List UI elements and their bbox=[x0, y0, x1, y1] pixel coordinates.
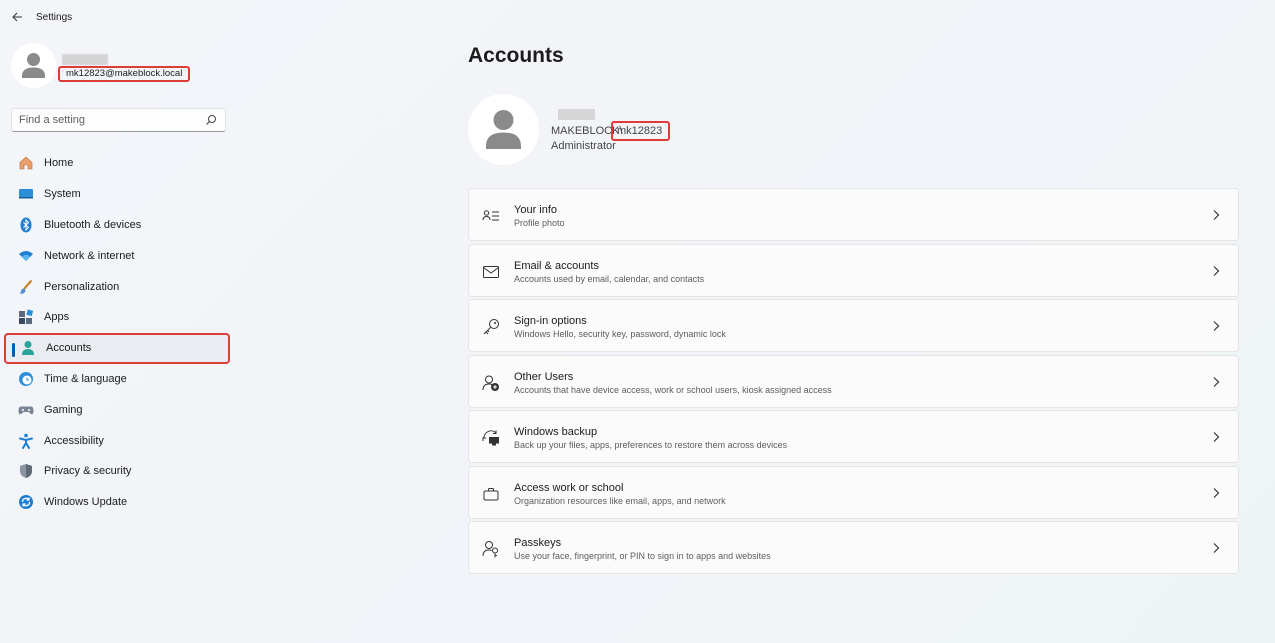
back-button[interactable] bbox=[8, 8, 26, 26]
card-windows-backup[interactable]: Windows backup Back up your files, apps,… bbox=[468, 410, 1239, 463]
apps-icon bbox=[17, 309, 34, 326]
profile-name-redacted bbox=[62, 54, 108, 65]
sidebar-item-label: Accessibility bbox=[44, 434, 104, 447]
account-name-redacted bbox=[558, 109, 595, 120]
sidebar-item-label: Privacy & security bbox=[44, 465, 132, 478]
profile-avatar[interactable] bbox=[11, 43, 56, 88]
card-title: Your info bbox=[514, 204, 558, 216]
card-access-work-school[interactable]: Access work or school Organization resou… bbox=[468, 465, 1239, 519]
back-arrow-icon bbox=[11, 12, 22, 22]
app-title: Settings bbox=[36, 12, 73, 23]
bluetooth-icon bbox=[17, 216, 34, 233]
card-subtitle: Use your face, fingerprint, or PIN to si… bbox=[514, 551, 771, 561]
sidebar-item-privacy-security[interactable]: Privacy & security bbox=[4, 456, 230, 487]
sidebar-item-time-language[interactable]: Time & language bbox=[4, 364, 230, 395]
page-title: Accounts bbox=[468, 44, 564, 67]
search-box[interactable] bbox=[11, 108, 226, 132]
sidebar-nav: Home System Bluetooth & devices Network … bbox=[4, 148, 230, 518]
card-your-info[interactable]: Your info Profile photo bbox=[468, 188, 1239, 241]
account-role: Administrator bbox=[551, 140, 616, 152]
profile-email: mk12823@makeblock.local bbox=[58, 66, 191, 82]
card-title: Passkeys bbox=[514, 537, 562, 549]
sidebar-item-system[interactable]: System bbox=[4, 179, 230, 210]
sidebar-item-accessibility[interactable]: Accessibility bbox=[4, 425, 230, 456]
sidebar-item-network[interactable]: Network & internet bbox=[4, 240, 230, 271]
chevron-right-icon bbox=[1213, 432, 1220, 442]
card-title: Windows backup bbox=[514, 426, 598, 438]
passkey-icon bbox=[482, 540, 500, 558]
brush-icon bbox=[17, 278, 34, 295]
accounts-icon bbox=[19, 340, 36, 357]
sidebar-item-windows-update[interactable]: Windows Update bbox=[4, 487, 230, 518]
sidebar-item-gaming[interactable]: Gaming bbox=[4, 394, 230, 425]
chevron-right-icon bbox=[1213, 376, 1220, 387]
search-icon[interactable] bbox=[205, 114, 217, 126]
sidebar-item-label: Time & language bbox=[44, 372, 127, 385]
your-info-icon bbox=[482, 207, 500, 225]
sidebar-item-label: Windows Update bbox=[44, 496, 128, 509]
card-subtitle: Back up your files, apps, preferences to… bbox=[514, 440, 788, 450]
network-icon bbox=[17, 247, 34, 264]
key-icon bbox=[482, 318, 500, 336]
update-icon bbox=[17, 494, 34, 511]
card-subtitle: Accounts used by email, calendar, and co… bbox=[514, 273, 705, 284]
search-input[interactable] bbox=[12, 109, 192, 131]
accounts-settings-list: Your info Profile photo Email & accounts… bbox=[468, 188, 1239, 577]
sidebar-item-label: Bluetooth & devices bbox=[44, 218, 142, 231]
title-bar: Settings bbox=[0, 0, 1275, 36]
sidebar-item-label: Personalization bbox=[44, 280, 120, 293]
card-passkeys[interactable]: Passkeys Use your face, fingerprint, or … bbox=[468, 521, 1239, 574]
sidebar-item-label: Apps bbox=[44, 311, 70, 324]
card-other-users[interactable]: Other Users Accounts that have device ac… bbox=[468, 354, 1239, 408]
sidebar-item-label: Home bbox=[44, 157, 74, 170]
card-sign-in-options[interactable]: Sign-in options Windows Hello, security … bbox=[468, 299, 1239, 352]
account-username: mk12823 bbox=[611, 121, 670, 141]
card-subtitle: Accounts that have device access, work o… bbox=[514, 384, 832, 395]
user-avatar-icon bbox=[468, 94, 539, 165]
card-subtitle: Organization resources like email, apps,… bbox=[514, 495, 726, 506]
card-title: Other Users bbox=[514, 370, 574, 383]
card-email-accounts[interactable]: Email & accounts Accounts used by email,… bbox=[468, 243, 1239, 297]
card-subtitle: Windows Hello, security key, password, d… bbox=[514, 329, 726, 339]
gaming-icon bbox=[17, 401, 34, 418]
sidebar-item-bluetooth[interactable]: Bluetooth & devices bbox=[4, 210, 230, 241]
user-avatar-icon bbox=[11, 43, 56, 88]
backup-icon bbox=[482, 429, 500, 447]
chevron-right-icon bbox=[1213, 487, 1220, 498]
card-title: Sign-in options bbox=[514, 315, 587, 327]
shield-icon bbox=[17, 463, 34, 480]
sidebar-item-apps[interactable]: Apps bbox=[4, 302, 230, 333]
chevron-right-icon bbox=[1213, 543, 1220, 553]
sidebar-item-home[interactable]: Home bbox=[4, 148, 230, 179]
account-avatar[interactable] bbox=[468, 94, 539, 165]
sidebar-item-label: System bbox=[44, 188, 81, 201]
system-icon bbox=[17, 186, 34, 203]
mail-icon bbox=[482, 263, 500, 281]
sidebar-item-accounts[interactable]: Accounts bbox=[4, 332, 230, 364]
card-subtitle: Profile photo bbox=[514, 218, 565, 228]
sidebar-item-label: Network & internet bbox=[44, 249, 135, 262]
chevron-right-icon bbox=[1213, 265, 1220, 276]
sidebar-item-label: Accounts bbox=[46, 342, 92, 355]
card-title: Access work or school bbox=[514, 481, 624, 494]
chevron-right-icon bbox=[1213, 210, 1220, 220]
home-icon bbox=[17, 155, 34, 172]
add-user-icon bbox=[482, 374, 500, 392]
time-language-icon bbox=[17, 370, 34, 387]
sidebar-item-personalization[interactable]: Personalization bbox=[4, 271, 230, 302]
accessibility-icon bbox=[17, 432, 34, 449]
briefcase-icon bbox=[482, 485, 500, 503]
card-title: Email & accounts bbox=[514, 259, 599, 272]
sidebar-item-label: Gaming bbox=[44, 403, 83, 416]
chevron-right-icon bbox=[1213, 321, 1220, 331]
